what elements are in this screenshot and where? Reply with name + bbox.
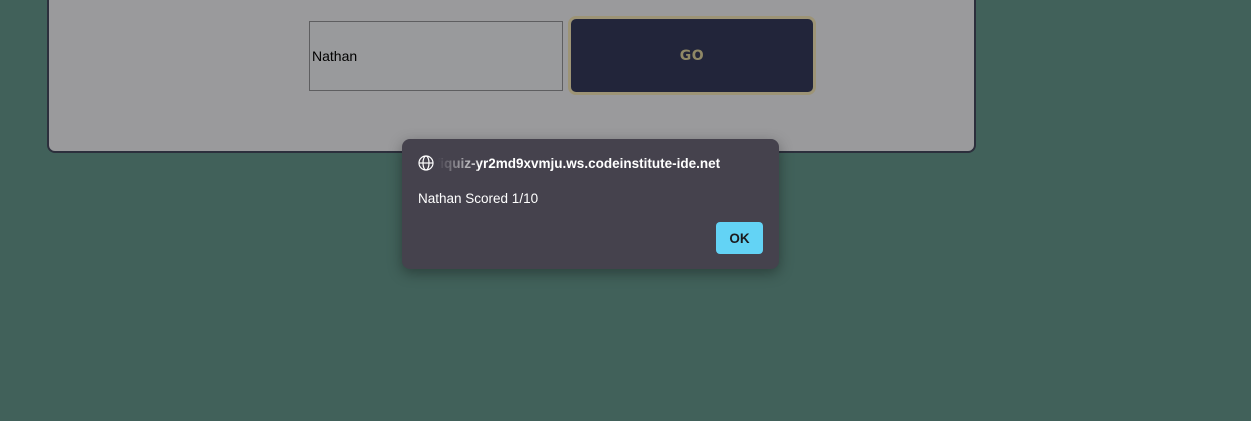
alert-message: Nathan Scored 1/10 <box>418 191 539 206</box>
alert-origin-text: perscifiquiz-yr2md9xvmju.ws.codeinstitut… <box>438 156 721 171</box>
quiz-panel: GO <box>47 0 976 153</box>
globe-icon <box>418 155 434 171</box>
go-button[interactable]: GO <box>568 16 816 95</box>
ok-button[interactable]: OK <box>716 222 763 254</box>
alert-origin: perscifiquiz-yr2md9xvmju.ws.codeinstitut… <box>438 155 766 173</box>
player-name-input[interactable] <box>309 21 563 91</box>
alert-dialog: perscifiquiz-yr2md9xvmju.ws.codeinstitut… <box>402 139 779 269</box>
